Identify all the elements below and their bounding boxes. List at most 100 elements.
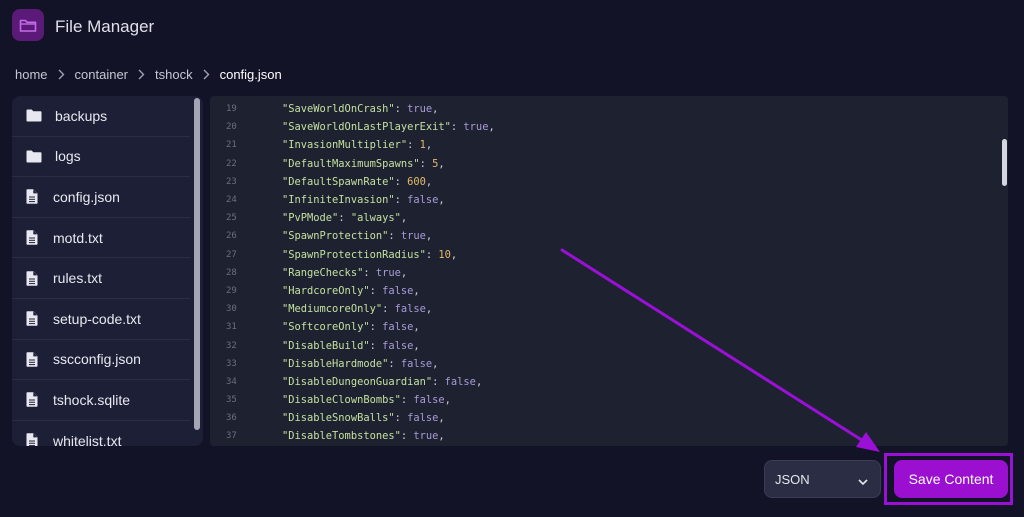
line-number: 24 <box>226 195 237 206</box>
sidebar-item-label: whitelist.txt <box>53 432 122 446</box>
code-line: 32 "DisableBuild": false, <box>210 336 1000 354</box>
json-value: 600 <box>407 175 426 188</box>
code-text: "InfiniteInvasion": false, <box>282 194 445 207</box>
app-header: File Manager <box>0 0 1024 54</box>
code-text: "DisableSnowBalls": false, <box>282 412 445 425</box>
code-text: "InvasionMultiplier": 1, <box>282 139 433 152</box>
language-select-value: JSON <box>775 471 810 487</box>
code-line: 30 "MediumcoreOnly": false, <box>210 300 1000 318</box>
breadcrumb: home container tshock config.json <box>15 64 282 84</box>
json-value: false <box>407 194 439 207</box>
json-key: "RangeChecks" <box>282 266 364 279</box>
json-value: false <box>382 284 414 297</box>
json-key: "SpawnProtection" <box>282 230 389 243</box>
save-content-button[interactable]: Save Content <box>894 460 1008 498</box>
json-key: "DefaultSpawnRate" <box>282 175 395 188</box>
file-list: backups logs config.json motd.txt rules.txt s… <box>12 96 190 446</box>
file-icon <box>26 270 46 286</box>
breadcrumb-container[interactable]: container <box>75 67 128 82</box>
breadcrumb-tshock[interactable]: tshock <box>155 67 193 82</box>
json-value: false <box>382 321 414 334</box>
line-number: 36 <box>226 413 237 424</box>
line-number: 34 <box>226 376 237 387</box>
sidebar-item-tshock-sqlite[interactable]: tshock.sqlite <box>12 380 190 421</box>
json-key: "SoftcoreOnly" <box>282 321 370 334</box>
line-number: 27 <box>226 249 237 260</box>
json-value: true <box>375 266 401 279</box>
app-title: File Manager <box>55 17 155 36</box>
code-line: 20 "SaveWorldOnLastPlayerExit": true, <box>210 118 1000 136</box>
line-number: 37 <box>226 431 237 442</box>
json-key: "DisableBuild" <box>282 339 370 352</box>
code-text: "MediumcoreOnly": false, <box>282 303 433 316</box>
sidebar-item-rules-txt[interactable]: rules.txt <box>12 258 190 299</box>
json-value: false <box>382 339 414 352</box>
code-line: 27 "SpawnProtectionRadius": 10, <box>210 246 1000 264</box>
sidebar-item-label: motd.txt <box>53 229 103 246</box>
line-number: 32 <box>226 340 237 351</box>
code-line: 37 "DisableTombstones": true, <box>210 427 1000 445</box>
code-text: "HardcoreOnly": false, <box>282 284 420 297</box>
code-line: 35 "DisableClownBombs": false, <box>210 391 1000 409</box>
folder-icon <box>12 9 44 41</box>
editor-scrollbar[interactable] <box>1002 139 1007 186</box>
sidebar-item-label: sscconfig.json <box>53 351 141 368</box>
file-sidebar: backups logs config.json motd.txt rules.txt s… <box>12 96 203 446</box>
sidebar-item-logs[interactable]: logs <box>12 137 190 178</box>
folder-icon <box>26 109 50 122</box>
sidebar-item-whitelist-txt[interactable]: whitelist.txt <box>12 421 190 446</box>
line-number: 28 <box>226 267 237 278</box>
line-number: 26 <box>226 231 237 242</box>
code-text: "DisableDungeonGuardian": false, <box>282 375 483 388</box>
json-key: "HardcoreOnly" <box>282 284 370 297</box>
sidebar-item-config-json[interactable]: config.json <box>12 177 190 218</box>
code-text: "DisableHardmode": false, <box>282 357 439 370</box>
code-line: 26 "SpawnProtection": true, <box>210 227 1000 245</box>
json-key: "DefaultMaximumSpawns" <box>282 157 420 170</box>
sidebar-item-label: config.json <box>53 188 120 205</box>
code-line: 34 "DisableDungeonGuardian": false, <box>210 373 1000 391</box>
json-key: "DisableTombstones" <box>282 430 401 443</box>
line-number: 29 <box>226 285 237 296</box>
json-value: true <box>463 121 489 134</box>
file-icon <box>26 392 46 408</box>
code-line: 31 "SoftcoreOnly": false, <box>210 318 1000 336</box>
sidebar-item-setup-code-txt[interactable]: setup-code.txt <box>12 299 190 340</box>
code-text: "SpawnProtection": true, <box>282 230 433 243</box>
json-value: true <box>413 430 439 443</box>
sidebar-item-label: backups <box>55 107 108 124</box>
sidebar-item-backups[interactable]: backups <box>12 96 190 137</box>
code-line: 29 "HardcoreOnly": false, <box>210 282 1000 300</box>
code-line: 25 "PvPMode": "always", <box>210 209 1000 227</box>
line-number: 21 <box>226 140 237 151</box>
code-editor[interactable]: 19 "SaveWorldOnCrash": true, 20 "SaveWorldO… <box>210 96 1008 446</box>
json-key: "DisableDungeonGuardian" <box>282 375 433 388</box>
code-line: 22 "DefaultMaximumSpawns": 5, <box>210 155 1000 173</box>
json-value: "always" <box>350 212 401 225</box>
code-line: 36 "DisableSnowBalls": false, <box>210 409 1000 427</box>
json-value: false <box>413 394 445 407</box>
file-icon <box>26 352 46 367</box>
json-key: "DisableSnowBalls" <box>282 412 395 425</box>
code-text: "SoftcoreOnly": false, <box>282 321 420 334</box>
json-key: "SpawnProtectionRadius" <box>282 248 426 261</box>
json-key: "SaveWorldOnLastPlayerExit" <box>282 121 451 134</box>
sidebar-item-label: tshock.sqlite <box>53 391 131 408</box>
json-key: "PvPMode" <box>282 212 339 225</box>
code-text: "RangeChecks": true, <box>282 266 408 279</box>
json-value: 10 <box>438 248 451 261</box>
json-key: "DisableHardmode" <box>282 357 389 370</box>
file-icon <box>26 230 46 245</box>
breadcrumb-home[interactable]: home <box>15 67 48 82</box>
code-line: 21 "InvasionMultiplier": 1, <box>210 136 1000 154</box>
code-text: "DisableTombstones": true, <box>282 430 445 443</box>
sidebar-item-sscconfig-json[interactable]: sscconfig.json <box>12 340 190 381</box>
line-number: 33 <box>226 358 237 369</box>
json-value: false <box>444 375 476 388</box>
sidebar-item-motd-txt[interactable]: motd.txt <box>12 218 190 259</box>
code-line: 33 "DisableHardmode": false, <box>210 355 1000 373</box>
json-key: "MediumcoreOnly" <box>282 303 383 316</box>
code-text: "DisableBuild": false, <box>282 339 420 352</box>
language-select[interactable]: JSON <box>764 460 881 498</box>
sidebar-scrollbar[interactable] <box>194 98 200 430</box>
